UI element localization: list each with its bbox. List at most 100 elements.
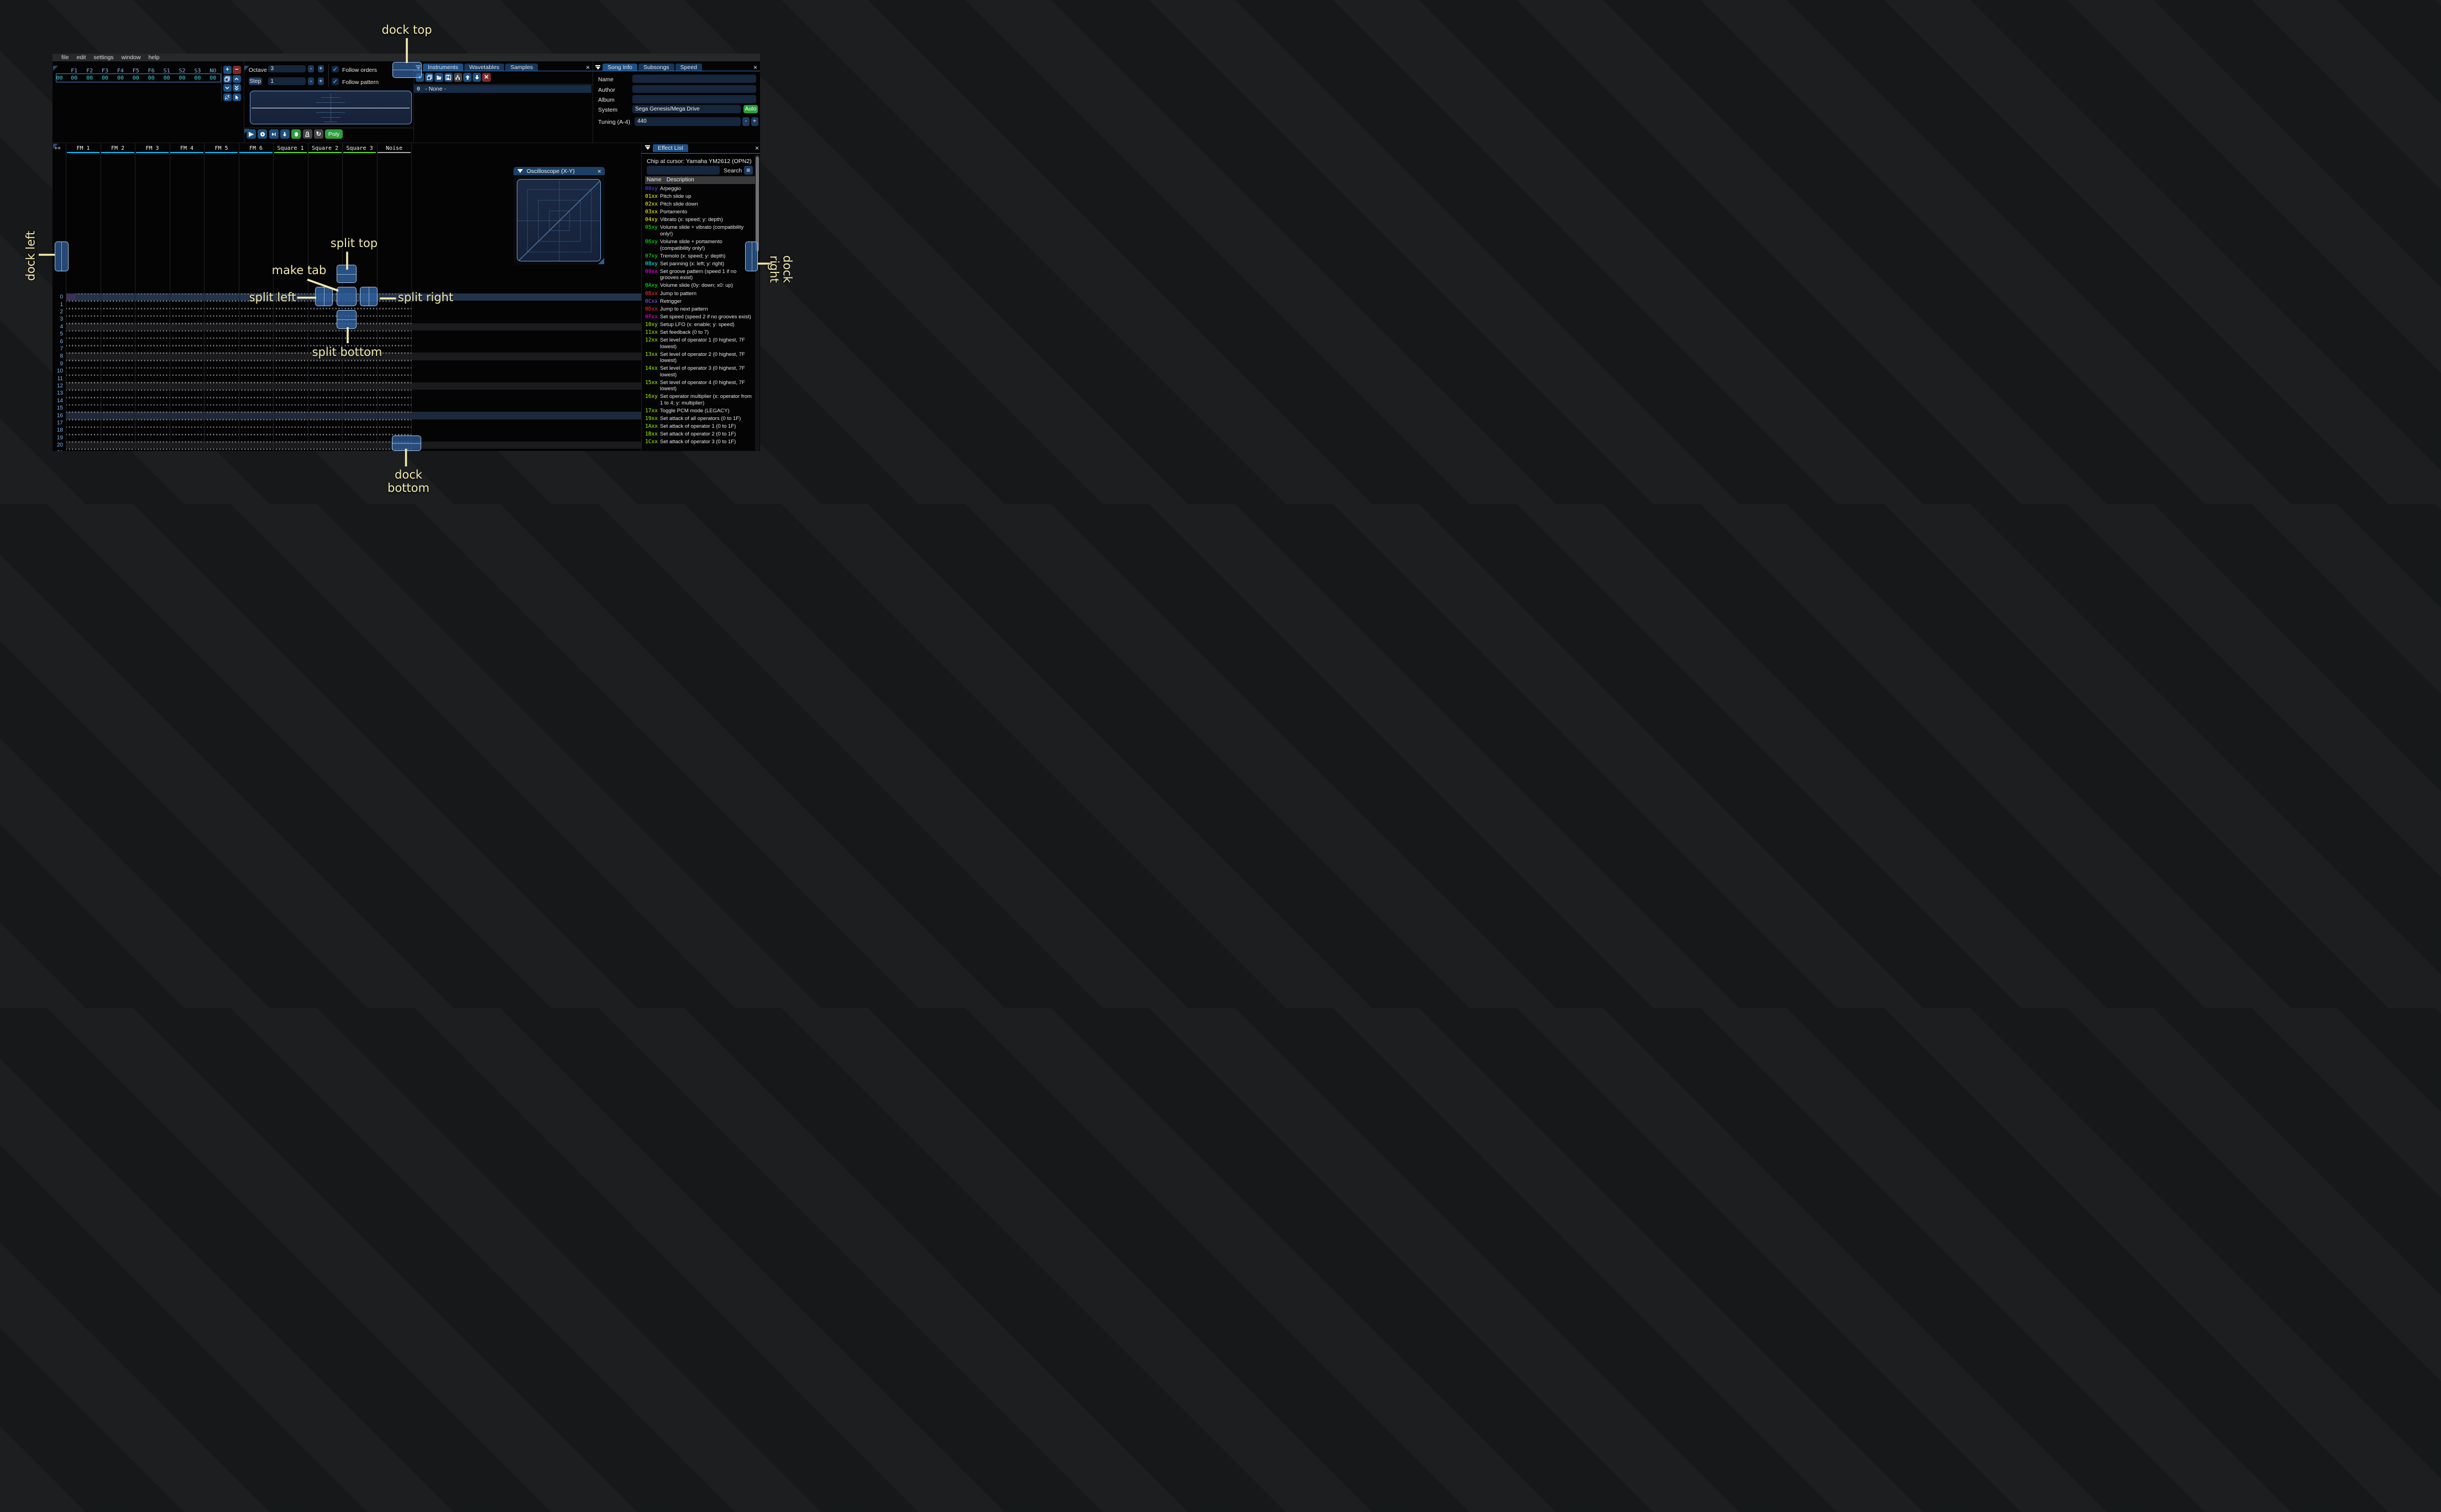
repeat-button[interactable]: ↻ [313, 129, 323, 139]
metronome-button[interactable] [302, 129, 312, 139]
orders-cell[interactable]: 00 [205, 75, 221, 81]
oscilloscope-xy-titlebar[interactable]: Oscilloscope (X-Y) × [513, 167, 605, 176]
delete-button[interactable]: ✕ [482, 73, 491, 82]
move-down-button[interactable] [473, 73, 481, 82]
orders-cell[interactable]: 00 [159, 75, 175, 81]
effect-row[interactable]: 0Dxx Jump to next pattern [645, 306, 756, 314]
effect-list[interactable]: 00xy Arpeggio 01xx Pitch slide up 02xx Pitch … [645, 186, 756, 451]
effect-row[interactable]: 14xx Set level of operator 3 (0 highest, … [645, 365, 756, 380]
effect-row[interactable]: 17xx Toggle PCM mode (LEGACY) [645, 408, 756, 416]
effect-row[interactable]: 1Axx Set attack of operator 1 (0 to 1F) [645, 423, 756, 431]
effect-search-input[interactable] [647, 166, 720, 175]
orders-cell[interactable]: 00 [66, 75, 82, 81]
unlink-order-button[interactable] [223, 93, 232, 102]
effect-description: Set attack of all operators (0 to 1F) [660, 416, 741, 422]
move-up-button[interactable] [463, 73, 472, 82]
effect-row[interactable]: 00xy Arpeggio [645, 186, 756, 193]
effect-list-close-icon[interactable]: × [755, 145, 759, 151]
tab-effect-list[interactable]: Effect List [653, 144, 688, 152]
effect-row[interactable]: 08xy Set panning (x: left; y: right) [645, 261, 756, 269]
effect-row[interactable]: 1Bxx Set attack of operator 2 (0 to 1F) [645, 431, 756, 439]
orders-cell[interactable]: 00 [97, 75, 113, 81]
orders-cell[interactable]: 00 [190, 75, 205, 81]
effect-row[interactable]: 15xx Set level of operator 4 (0 highest, … [645, 380, 756, 394]
channel-header-square-3[interactable]: Square 3 [342, 145, 377, 151]
toggle-folders-button[interactable] [453, 73, 462, 82]
effect-list-dock-collapse-icon[interactable] [645, 145, 651, 150]
channel-header-square-2[interactable]: Square 2 [308, 145, 343, 151]
orders-cell[interactable]: 00 [175, 75, 190, 81]
split-left-target[interactable] [315, 287, 333, 307]
effect-row[interactable]: 03xx Portamento [645, 209, 756, 217]
effect-row[interactable]: 09xx Set groove pattern (speed 1 if no gr… [645, 269, 756, 283]
order-change-all-button[interactable] [232, 84, 241, 92]
add-order-button[interactable]: + [223, 66, 232, 74]
channel-header-noise[interactable]: Noise [377, 145, 412, 151]
effect-list-menu-button[interactable]: ≡ [744, 166, 753, 175]
channel-header-fm-3[interactable]: FM 3 [135, 145, 170, 151]
orders-cell[interactable]: 00 [128, 75, 144, 81]
effect-row[interactable]: 10xy Setup LFO (x: enable; y: speed) [645, 322, 756, 329]
oscilloscope-xy-window[interactable]: Oscilloscope (X-Y) × [513, 167, 605, 265]
effect-row[interactable]: 11xx Set feedback (0 to 7) [645, 329, 756, 337]
effect-row[interactable]: 13xx Set level of operator 2 (0 highest, … [645, 351, 756, 366]
split-bottom-target[interactable] [336, 310, 357, 329]
play-button[interactable]: ▶ [247, 129, 256, 139]
save-button[interactable] [444, 73, 453, 82]
effect-description: Set attack of operator 3 (0 to 1F) [660, 439, 736, 445]
effect-row[interactable]: 01xx Pitch slide up [645, 193, 756, 201]
play-pattern-button[interactable] [258, 129, 268, 139]
effect-row[interactable]: 0Fxx Set speed (speed 2 if no grooves exi… [645, 314, 756, 322]
make-tab-target[interactable] [336, 287, 357, 307]
effect-row[interactable]: 02xx Pitch slide down [645, 201, 756, 209]
split-top-target[interactable] [336, 265, 357, 284]
effect-row[interactable]: 19xx Set attack of all operators (0 to 1F… [645, 416, 756, 423]
effect-row[interactable]: 1Cxx Set attack of operator 3 (0 to 1F) [645, 439, 756, 447]
play-row-button[interactable] [269, 129, 279, 139]
channel-header-fm-6[interactable]: FM 6 [239, 145, 274, 151]
effect-row[interactable]: 0Bxx Jump to pattern [645, 291, 756, 298]
move-order-up-button[interactable] [232, 75, 241, 83]
dock-bottom-target[interactable] [392, 435, 422, 451]
effect-code: 15xx [645, 379, 658, 386]
effect-row[interactable]: 0Cxx Retrigger [645, 298, 756, 306]
channel-header-square-1[interactable]: Square 1 [273, 145, 308, 151]
duplicate-order-button[interactable] [223, 75, 232, 83]
orders-cell[interactable]: 00 [144, 75, 159, 81]
effect-row[interactable]: 04xy Vibrato (x: speed; y: depth) [645, 217, 756, 224]
effect-row[interactable]: 12xx Set level of operator 1 (0 highest, … [645, 337, 756, 351]
step-row-button[interactable] [280, 129, 290, 139]
dock-right-target[interactable] [745, 242, 758, 271]
open-button[interactable] [434, 73, 443, 82]
window-collapse-icon[interactable] [517, 169, 523, 174]
oscilloscope-xy-close-icon[interactable]: × [598, 168, 601, 175]
dock-top-target[interactable] [392, 62, 422, 78]
effect-row[interactable]: 0Axy Volume slide (0y: down; x0: up) [645, 282, 756, 290]
effect-list-scrollbar-thumb[interactable] [755, 156, 759, 251]
channel-header-fm-1[interactable]: FM 1 [66, 145, 101, 151]
order-edit-mode-button[interactable] [232, 93, 241, 102]
move-order-down-button[interactable] [223, 84, 232, 92]
record-button[interactable] [291, 129, 301, 139]
channel-header-fm-2[interactable]: FM 2 [101, 145, 135, 151]
dock-left-target[interactable] [54, 242, 69, 271]
orders-header-S2: S2 [179, 68, 186, 75]
poly-button[interactable]: Poly [325, 129, 343, 139]
effect-row[interactable]: 05xy Volume slide + vibrato (compatibilit… [645, 224, 756, 239]
duplicate-button[interactable] [425, 73, 434, 82]
orders-cell[interactable]: 00 [113, 75, 128, 81]
effect-table-header[interactable]: Name Description [645, 176, 756, 184]
effect-description: Set level of operator 1 (0 highest, 7F l… [660, 337, 745, 350]
orders-row-index[interactable]: 00 [54, 75, 65, 81]
window-resize-grip[interactable] [598, 258, 604, 264]
split-right-target[interactable] [360, 287, 378, 307]
effect-row[interactable]: 07xy Tremolo (x: speed; y: depth) [645, 253, 756, 261]
remove-order-button[interactable]: − [232, 66, 241, 74]
channel-header-fm-4[interactable]: FM 4 [170, 145, 205, 151]
effect-row[interactable]: 16xy Set operator multiplier (x: operator… [645, 393, 756, 408]
poly-label: Poly [328, 130, 340, 138]
channel-header-fm-5[interactable]: FM 5 [204, 145, 239, 151]
effect-row[interactable]: 06xy Volume slide + portamento (compatibi… [645, 239, 756, 253]
orders-cell[interactable]: 00 [82, 75, 97, 81]
effect-description: Pitch slide down [660, 201, 698, 208]
